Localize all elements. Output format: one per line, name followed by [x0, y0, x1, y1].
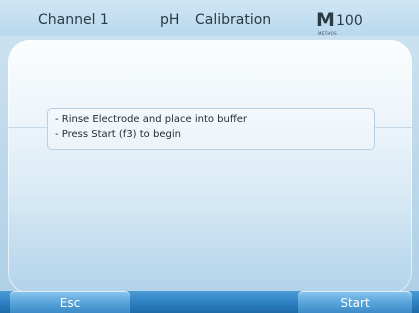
- divider-line-left: [0, 127, 47, 128]
- mode-label: Calibration: [195, 12, 272, 28]
- instruction-line-start: - Press Start (f3) to begin: [55, 129, 181, 140]
- unit-label: pH: [160, 12, 180, 28]
- instruction-message-box: - Rinse Electrode and place into buffer …: [47, 108, 375, 150]
- esc-softkey-button[interactable]: Esc: [10, 291, 130, 313]
- logo-subtext: METHOS: [318, 31, 337, 36]
- main-panel: [8, 40, 412, 294]
- divider-line-right: [375, 127, 419, 128]
- logo-model-number: 100: [336, 13, 363, 29]
- start-softkey-button[interactable]: Start: [298, 291, 412, 313]
- channel-label: Channel 1: [38, 12, 109, 28]
- instrument-screen: Channel 1 pH Calibration M 100 METHOS - …: [0, 0, 419, 313]
- status-header: Channel 1 pH Calibration M 100 METHOS: [0, 0, 419, 36]
- instruction-line-rinse: - Rinse Electrode and place into buffer: [55, 114, 247, 125]
- logo-letter: M: [316, 9, 335, 31]
